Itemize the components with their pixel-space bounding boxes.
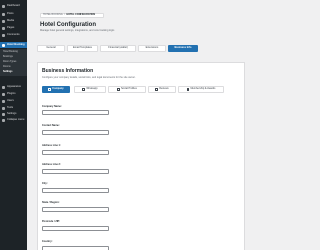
sidebar-item-media[interactable]: Media: [0, 18, 27, 24]
card-description: Configure your company details, social l…: [42, 76, 136, 79]
collapse-icon: [2, 118, 5, 122]
sidebar-item-pages[interactable]: Pages: [0, 25, 27, 31]
company-name-label: Company Name:: [42, 105, 62, 108]
city-field[interactable]: [42, 188, 109, 193]
sidebar-item-label: Comments: [7, 32, 20, 36]
page-subtitle: Manage hotel general settings, integrati…: [40, 29, 115, 32]
breadcrumb: Hotel Booking / Hotel Configuration: [40, 13, 104, 18]
tab-label: Extensions: [145, 46, 159, 50]
sidebar-item-label: Settings: [7, 111, 17, 115]
address-line-1-label: Address Line 1:: [42, 144, 61, 147]
address-line-2-label: Address Line 2:: [42, 163, 61, 166]
sidebar-item-label: Pages: [7, 25, 15, 29]
hotel-booking-submenu: Hotel Booking Bookings Room Types Rooms …: [0, 49, 27, 76]
subtab-social-profiles[interactable]: Social Profiles: [108, 86, 146, 93]
sidebar-item-users[interactable]: Users: [0, 98, 27, 104]
dashboard-icon: [2, 4, 5, 8]
tab-label: Financial (wallet): [108, 46, 128, 50]
tab-business-info[interactable]: Business Info: [168, 45, 198, 52]
tab-email-templates[interactable]: Email Templates: [67, 45, 98, 52]
sidebar-item-label: Posts: [7, 11, 14, 15]
subtab-reviews[interactable]: Reviews: [148, 86, 176, 93]
tab-extensions[interactable]: Extensions: [138, 45, 166, 52]
sidebar-item-label: Media: [7, 18, 15, 22]
city-label: City:: [42, 182, 48, 185]
tab-label: Email Templates: [73, 46, 92, 50]
submenu-item-rooms[interactable]: Rooms: [3, 65, 11, 68]
business-info-card: Business Information Configure your comp…: [37, 62, 245, 250]
admin-sidebar: Dashboard Posts Media Pages Comments Hot…: [0, 0, 27, 250]
sidebar-item-label: Appearance: [7, 84, 21, 88]
tab-financial-wallet[interactable]: Financial (wallet): [100, 45, 136, 52]
sidebar-item-label: Tools: [7, 105, 14, 109]
sidebar-item-label: Collapse menu: [7, 117, 25, 121]
sidebar-item-plugins[interactable]: Plugins: [0, 91, 27, 97]
address-line-1-field[interactable]: [42, 150, 109, 155]
postcode-zip-field[interactable]: [42, 226, 109, 231]
sidebar-item-appearance[interactable]: Appearance: [0, 84, 27, 90]
sidebar-item-dashboard[interactable]: Dashboard: [0, 3, 27, 9]
submenu-item-bookings[interactable]: Bookings: [3, 55, 13, 58]
star-icon: [155, 88, 158, 91]
wrench-icon: [2, 106, 5, 110]
settings-icon: [2, 112, 5, 116]
company-name-field[interactable]: [42, 110, 109, 115]
sidebar-item-label: Dashboard: [7, 3, 20, 7]
subtab-label: Reviews: [159, 87, 169, 91]
sidebar-collapse-menu[interactable]: Collapse menu: [0, 117, 27, 123]
tab-general[interactable]: General: [37, 45, 65, 52]
sidebar-item-label: Plugins: [7, 91, 16, 95]
subtab-membership-awards[interactable]: Membership & Awards: [178, 86, 224, 93]
tab-label: General: [46, 46, 56, 50]
whatsapp-icon: [82, 88, 85, 91]
subtab-whatsapp[interactable]: Whatsapp: [74, 86, 106, 93]
subtab-label: Membership & Awards: [190, 87, 216, 91]
breadcrumb-separator: /: [64, 13, 65, 17]
contact-name-label: Contact Name:: [42, 124, 60, 127]
breadcrumb-current: Hotel Configuration: [66, 13, 96, 17]
building-icon: [48, 88, 51, 91]
building-icon: [2, 43, 5, 47]
sidebar-item-label: Users: [7, 98, 14, 102]
subtab-company[interactable]: Company: [42, 86, 70, 93]
subtab-label: Company: [52, 87, 64, 91]
subtab-label: Whatsapp: [86, 87, 98, 91]
comment-icon: [2, 33, 5, 37]
submenu-item-room-types[interactable]: Room Types: [3, 60, 16, 63]
card-title: Business Information: [42, 68, 94, 74]
pin-icon: [2, 12, 5, 16]
breadcrumb-root[interactable]: Hotel Booking: [43, 13, 63, 16]
award-icon: [186, 88, 189, 91]
country-label: Country:: [42, 240, 53, 243]
brush-icon: [2, 85, 5, 89]
page-title: Hotel Configuration: [40, 22, 96, 28]
sidebar-item-hotel-booking[interactable]: Hotel Booking: [0, 42, 27, 48]
plugin-icon: [2, 92, 5, 96]
user-icon: [2, 99, 5, 103]
submenu-item-settings[interactable]: Settings: [3, 70, 12, 73]
subtab-label: Social Profiles: [121, 87, 137, 91]
media-icon: [2, 19, 5, 23]
state-region-label: State / Region:: [42, 201, 60, 204]
address-line-2-field[interactable]: [42, 169, 109, 174]
share-icon: [117, 88, 120, 91]
sidebar-item-label: Hotel Booking: [7, 42, 25, 46]
postcode-zip-label: Postcode / ZIP:: [42, 220, 61, 223]
country-field[interactable]: [42, 246, 109, 250]
sidebar-item-comments[interactable]: Comments: [0, 32, 27, 38]
sidebar-item-posts[interactable]: Posts: [0, 11, 27, 17]
contact-name-field[interactable]: [42, 130, 109, 135]
submenu-item-hotel-booking[interactable]: Hotel Booking: [3, 50, 18, 53]
tab-label: Business Info: [174, 46, 192, 50]
page-icon: [2, 26, 5, 30]
state-region-field[interactable]: [42, 207, 109, 212]
